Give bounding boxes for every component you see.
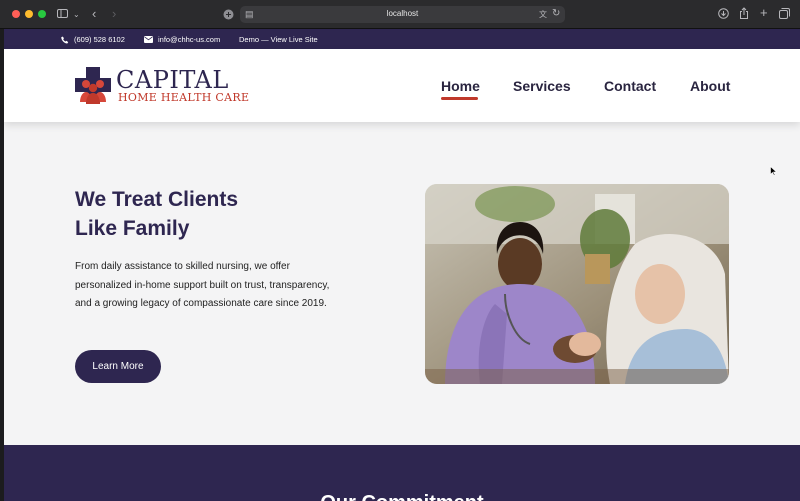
hero-title-line-1: We Treat Clients [75, 188, 238, 211]
browser-toolbar: ⌄ ‹ › ▤ localhost 文 ↻ + [0, 0, 800, 29]
contact-topbar: (609) 528 6102 info@chhc-us.com Demo — V… [4, 29, 800, 49]
commitment-section: Our Commitment [4, 445, 800, 501]
downloads-icon[interactable] [718, 8, 729, 22]
forward-arrow-icon[interactable]: › [112, 7, 116, 20]
nav-item-about[interactable]: About [690, 78, 730, 94]
nav-item-home[interactable]: Home [441, 78, 480, 94]
phone-icon [61, 36, 69, 43]
learn-more-button[interactable]: Learn More [75, 350, 161, 383]
nav-active-indicator [441, 97, 478, 100]
mouse-cursor-icon [770, 166, 777, 176]
hero-photo [425, 184, 729, 384]
commitment-heading: Our Commitment [4, 492, 800, 501]
zoom-window-button[interactable] [38, 10, 46, 18]
hero-title: We Treat Clients Like Family [75, 185, 335, 243]
logo-cross-icon[interactable] [75, 67, 111, 104]
email-contact[interactable]: info@chhc-us.com [144, 35, 220, 44]
address-bar[interactable]: ▤ localhost 文 ↻ [240, 6, 565, 23]
email-address: info@chhc-us.com [158, 35, 221, 44]
hero-description: From daily assistance to skilled nursing… [75, 261, 330, 309]
demo-link-label: Demo — View Live Site [239, 35, 318, 44]
site-header: CAPITAL HOME HEALTH CARE Home Services C… [4, 49, 800, 122]
hero-title-line-2: Like Family [75, 217, 190, 240]
phone-contact[interactable]: (609) 528 6102 [61, 35, 125, 44]
logo-name[interactable]: CAPITAL [116, 66, 229, 94]
chevron-down-icon[interactable]: ⌄ [73, 9, 80, 20]
new-tab-icon[interactable]: + [760, 6, 768, 19]
share-icon[interactable] [739, 7, 749, 22]
nav-item-services[interactable]: Services [513, 78, 571, 94]
nurse-with-patient-image [425, 184, 729, 384]
web-page: (609) 528 6102 info@chhc-us.com Demo — V… [4, 29, 800, 501]
url-text: localhost [386, 9, 419, 18]
nav-item-contact[interactable]: Contact [604, 78, 656, 94]
translate-icon[interactable]: 文 [539, 9, 547, 20]
phone-number: (609) 528 6102 [74, 35, 125, 44]
logo-tagline: HOME HEALTH CARE [118, 91, 250, 104]
tab-overview-icon[interactable] [779, 8, 790, 22]
site-settings-icon[interactable] [223, 9, 234, 23]
close-window-button[interactable] [12, 10, 20, 18]
envelope-icon [144, 36, 153, 43]
demo-link[interactable]: Demo — View Live Site [239, 35, 318, 44]
minimize-window-button[interactable] [25, 10, 33, 18]
reload-icon[interactable]: ↻ [552, 8, 560, 19]
back-arrow-icon[interactable]: ‹ [92, 7, 96, 20]
sidebar-toggle-icon[interactable] [57, 9, 68, 21]
